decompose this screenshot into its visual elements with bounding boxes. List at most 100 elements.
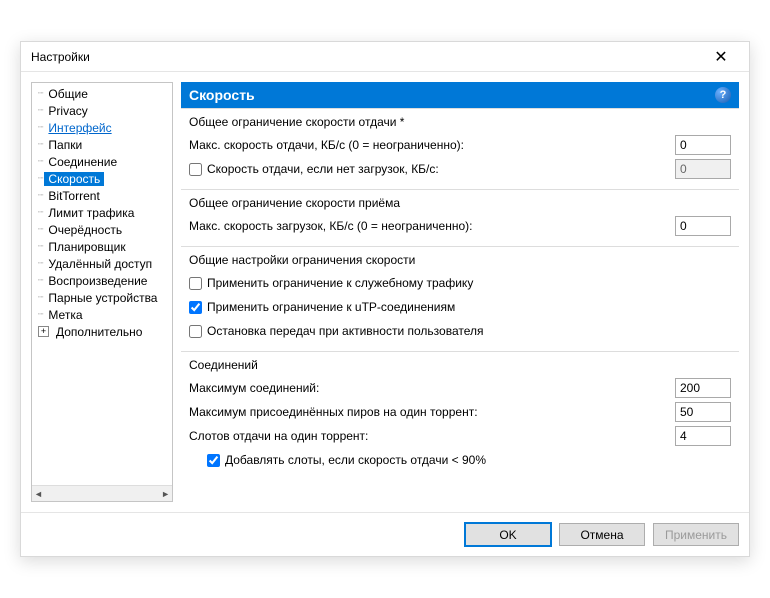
stop-checkbox[interactable] (189, 325, 202, 338)
max-global-label: Максимум соединений: (189, 381, 669, 395)
tree-branch-icon: ┈ (38, 190, 42, 201)
overhead-checkbox-label[interactable]: Применить ограничение к служебному трафи… (189, 276, 731, 290)
ok-button[interactable]: OK (465, 523, 551, 546)
tree-branch-icon: ┈ (38, 105, 42, 116)
tree-item-0[interactable]: ┈Общие (32, 85, 172, 102)
tree-branch-icon: ┈ (38, 156, 42, 167)
panel-header: Скорость ? (181, 82, 739, 108)
tree-item-label: BitTorrent (44, 189, 103, 203)
tree-branch-icon: ┈ (38, 275, 42, 286)
scroll-right-icon[interactable]: ► (161, 489, 170, 499)
max-download-input[interactable] (675, 216, 731, 236)
utp-checkbox[interactable] (189, 301, 202, 314)
overhead-checkbox[interactable] (189, 277, 202, 290)
max-download-label: Макс. скорость загрузок, КБ/с (0 = неогр… (189, 219, 669, 233)
tree-item-14[interactable]: +Дополнительно (32, 323, 172, 340)
apply-button[interactable]: Применить (653, 523, 739, 546)
help-icon[interactable]: ? (715, 87, 731, 103)
max-download-row: Макс. скорость загрузок, КБ/с (0 = неогр… (189, 214, 731, 238)
tree-scrollbar[interactable]: ◄ ► (32, 485, 172, 501)
upload-section-title: Общее ограничение скорости отдачи * (189, 115, 731, 129)
tree-item-9[interactable]: ┈Планировщик (32, 238, 172, 255)
overhead-label: Применить ограничение к служебному трафи… (207, 276, 473, 290)
tree-item-10[interactable]: ┈Удалённый доступ (32, 255, 172, 272)
scroll-left-icon[interactable]: ◄ (34, 489, 43, 499)
cancel-button[interactable]: Отмена (559, 523, 645, 546)
alt-upload-checkbox[interactable] (189, 163, 202, 176)
download-section: Общее ограничение скорости приёма Макс. … (181, 189, 739, 246)
tree-item-13[interactable]: ┈Метка (32, 306, 172, 323)
tree-branch-icon: ┈ (38, 139, 42, 150)
tree-branch-icon: ┈ (38, 207, 42, 218)
alt-upload-label: Скорость отдачи, если нет загрузок, КБ/с… (207, 162, 439, 176)
download-section-title: Общее ограничение скорости приёма (189, 196, 731, 210)
extra-slots-row: Добавлять слоты, если скорость отдачи < … (189, 448, 731, 472)
stop-checkbox-label[interactable]: Остановка передач при активности пользов… (189, 324, 731, 338)
tree-branch-icon: ┈ (38, 173, 42, 184)
tree-branch-icon: ┈ (38, 122, 42, 133)
tree-item-5[interactable]: ┈Скорость (32, 170, 172, 187)
tree-item-6[interactable]: ┈BitTorrent (32, 187, 172, 204)
tree-item-label: Воспроизведение (44, 274, 151, 288)
alt-upload-input[interactable] (675, 159, 731, 179)
tree-item-12[interactable]: ┈Парные устройства (32, 289, 172, 306)
window-title: Настройки (31, 50, 701, 64)
tree-item-label: Лимит трафика (44, 206, 138, 220)
stop-row: Остановка передач при активности пользов… (189, 319, 731, 343)
extra-slots-checkbox[interactable] (207, 454, 220, 467)
tree-item-2[interactable]: ┈Интерфейс (32, 119, 172, 136)
tree-item-7[interactable]: ┈Лимит трафика (32, 204, 172, 221)
tree-branch-icon: ┈ (38, 258, 42, 269)
tree-item-4[interactable]: ┈Соединение (32, 153, 172, 170)
tree-item-label: Очерёдность (44, 223, 126, 237)
settings-dialog: Настройки ✕ ┈Общие┈Privacy┈Интерфейс┈Пап… (20, 41, 750, 557)
max-upload-row: Макс. скорость отдачи, КБ/с (0 = неогран… (189, 133, 731, 157)
connections-section: Соединений Максимум соединений: Максимум… (181, 351, 739, 480)
tree-branch-icon: ┈ (38, 292, 42, 303)
titlebar: Настройки ✕ (21, 42, 749, 72)
tree-item-label: Удалённый доступ (44, 257, 156, 271)
panel-title: Скорость (189, 87, 255, 103)
tree-item-label: Парные устройства (44, 291, 161, 305)
dialog-body: ┈Общие┈Privacy┈Интерфейс┈Папки┈Соединени… (21, 72, 749, 512)
alt-upload-row: Скорость отдачи, если нет загрузок, КБ/с… (189, 157, 731, 181)
common-section-title: Общие настройки ограничения скорости (189, 253, 731, 267)
max-global-input[interactable] (675, 378, 731, 398)
max-peers-row: Максимум присоединённых пиров на один то… (189, 400, 731, 424)
extra-slots-label: Добавлять слоты, если скорость отдачи < … (225, 453, 486, 467)
tree-item-label: Соединение (44, 155, 121, 169)
slots-row: Слотов отдачи на один торрент: (189, 424, 731, 448)
tree-item-label: Планировщик (44, 240, 129, 254)
max-upload-input[interactable] (675, 135, 731, 155)
max-peers-input[interactable] (675, 402, 731, 422)
extra-slots-checkbox-label[interactable]: Добавлять слоты, если скорость отдачи < … (207, 453, 731, 467)
alt-upload-checkbox-label[interactable]: Скорость отдачи, если нет загрузок, КБ/с… (189, 162, 669, 176)
slots-input[interactable] (675, 426, 731, 446)
tree-item-label: Метка (44, 308, 86, 322)
tree-item-label: Папки (44, 138, 86, 152)
settings-panel: Скорость ? Общее ограничение скорости от… (181, 82, 739, 502)
connections-section-title: Соединений (189, 358, 731, 372)
tree-item-8[interactable]: ┈Очерёдность (32, 221, 172, 238)
tree-branch-icon: ┈ (38, 241, 42, 252)
stop-label: Остановка передач при активности пользов… (207, 324, 484, 338)
tree-branch-icon: ┈ (38, 309, 42, 320)
tree-branch-icon: ┈ (38, 224, 42, 235)
common-section: Общие настройки ограничения скорости При… (181, 246, 739, 351)
button-bar: OK Отмена Применить (21, 512, 749, 556)
tree-item-3[interactable]: ┈Папки (32, 136, 172, 153)
tree-item-label: Интерфейс (44, 121, 115, 135)
overhead-row: Применить ограничение к служебному трафи… (189, 271, 731, 295)
utp-checkbox-label[interactable]: Применить ограничение к uTP-соединениям (189, 300, 731, 314)
tree-item-1[interactable]: ┈Privacy (32, 102, 172, 119)
tree-item-11[interactable]: ┈Воспроизведение (32, 272, 172, 289)
tree-branch-icon: ┈ (38, 88, 42, 99)
category-tree[interactable]: ┈Общие┈Privacy┈Интерфейс┈Папки┈Соединени… (31, 82, 173, 502)
tree-item-label: Скорость (44, 172, 104, 186)
tree-item-label: Дополнительно (52, 325, 146, 339)
upload-section: Общее ограничение скорости отдачи * Макс… (181, 108, 739, 189)
max-upload-label: Макс. скорость отдачи, КБ/с (0 = неогран… (189, 138, 669, 152)
expand-icon[interactable]: + (38, 326, 49, 337)
close-icon: ✕ (714, 47, 727, 67)
close-button[interactable]: ✕ (701, 43, 741, 71)
